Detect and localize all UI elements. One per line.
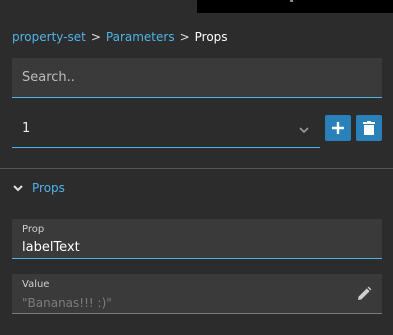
breadcrumb: property-set > Parameters > Props bbox=[12, 30, 228, 44]
add-button[interactable] bbox=[325, 115, 351, 141]
chevron-down-icon[interactable] bbox=[12, 182, 24, 194]
breadcrumb-link-property-set[interactable]: property-set bbox=[12, 30, 86, 44]
trash-icon bbox=[363, 121, 375, 135]
value-field-label: Value bbox=[22, 279, 50, 290]
props-section-header[interactable]: Props bbox=[12, 181, 65, 195]
section-divider bbox=[0, 168, 393, 169]
value-field-value: "Bananas!!! :)" bbox=[22, 296, 112, 310]
prop-field[interactable]: Prop labelText bbox=[12, 219, 382, 259]
pencil-icon[interactable] bbox=[356, 286, 372, 302]
breadcrumb-separator: > bbox=[90, 30, 101, 44]
props-section-title: Props bbox=[32, 181, 65, 195]
breadcrumb-link-parameters[interactable]: Parameters bbox=[106, 30, 175, 44]
breadcrumb-separator: > bbox=[179, 30, 190, 44]
plus-icon bbox=[332, 122, 344, 134]
value-field[interactable]: Value "Bananas!!! :)" bbox=[12, 274, 382, 314]
breadcrumb-current: Props bbox=[194, 30, 228, 44]
topbar-mark bbox=[290, 0, 293, 2]
chevron-down-icon[interactable] bbox=[298, 124, 310, 136]
prop-field-value[interactable]: labelText bbox=[22, 240, 80, 255]
prop-field-label: Prop bbox=[22, 224, 45, 235]
search-input[interactable] bbox=[12, 58, 382, 97]
top-black-bar bbox=[197, 0, 393, 13]
index-select-value: 1 bbox=[22, 121, 31, 136]
delete-button[interactable] bbox=[356, 115, 382, 141]
index-select[interactable]: 1 bbox=[12, 112, 320, 148]
search-field bbox=[12, 58, 382, 98]
